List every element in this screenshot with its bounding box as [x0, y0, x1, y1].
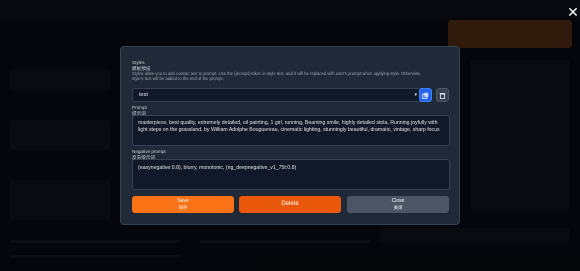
styles-description: Styles allow you to add custom text to p… — [132, 71, 422, 81]
negative-prompt-textarea[interactable]: (easynegative:0.8), blurry, monotonic, (… — [132, 159, 450, 190]
delete-button-label: Delete — [281, 200, 299, 207]
close-button-label-cn: 关闭 — [393, 204, 403, 210]
copy-style-button[interactable] — [419, 88, 432, 102]
close-icon[interactable]: ✕ — [566, 6, 580, 20]
copy-icon — [422, 92, 429, 99]
prompt-textarea[interactable]: masterpiece, best quality, extremely det… — [132, 115, 450, 146]
prompt-label: Prompt — [132, 105, 147, 110]
negative-prompt-label: Negative prompt — [132, 149, 166, 154]
close-button[interactable]: Close 关闭 — [347, 196, 449, 213]
styles-dialog: Styles 模板预设 Styles allow you to add cust… — [120, 46, 460, 225]
styles-heading: Styles 模板预设 — [132, 60, 150, 71]
style-select[interactable]: test ▾ — [132, 88, 424, 102]
save-button[interactable]: Save 保存 — [132, 196, 234, 213]
clear-style-button[interactable] — [436, 88, 449, 102]
save-button-label-cn: 保存 — [178, 204, 188, 210]
trash-icon — [439, 92, 446, 99]
style-select-value: test — [139, 92, 148, 98]
delete-button[interactable]: Delete — [239, 196, 341, 213]
chevron-down-icon: ▾ — [414, 92, 417, 98]
